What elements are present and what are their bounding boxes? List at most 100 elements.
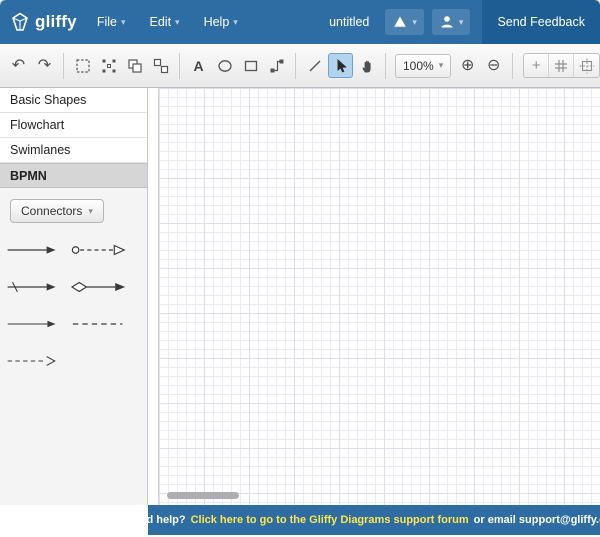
- line-tool-button[interactable]: [302, 53, 327, 78]
- grid-icon: [555, 59, 568, 72]
- default-flow-icon: [7, 281, 56, 293]
- toolbar-separator: [179, 52, 180, 79]
- ungroup-icon: [153, 58, 168, 73]
- redo-icon: ↷: [37, 56, 52, 74]
- line-tool-icon: [309, 60, 320, 71]
- zoom-out-icon: ⊖: [487, 56, 501, 74]
- expand-canvas-button[interactable]: +: [524, 54, 550, 77]
- guides-icon: [579, 58, 595, 73]
- caret-down-icon: ▾: [438, 60, 444, 70]
- connectors-dropdown-label: Connectors: [21, 204, 83, 218]
- text-tool-button[interactable]: A: [186, 53, 211, 78]
- connector-shape-default-flow[interactable]: [6, 276, 68, 298]
- pointer-tool-button[interactable]: [328, 53, 353, 78]
- group-icon: [127, 58, 142, 73]
- plus-icon: +: [531, 57, 541, 74]
- association-icon: [72, 323, 123, 325]
- zoom-out-button[interactable]: ⊖: [481, 53, 506, 78]
- connector-shape-directed-association[interactable]: [6, 313, 68, 335]
- zoom-in-button[interactable]: ⊕: [455, 53, 480, 78]
- sidebar-item-flowchart[interactable]: Flowchart: [0, 113, 147, 138]
- rectangle-icon: [244, 60, 257, 71]
- menu-file[interactable]: File ▾: [97, 15, 126, 29]
- connector-shape-association[interactable]: [68, 313, 143, 335]
- zoom-level-select[interactable]: 100% ▾: [395, 53, 452, 78]
- connector-shape-sequence-flow[interactable]: [6, 239, 68, 261]
- caret-down-icon: ▾: [88, 205, 93, 216]
- rectangle-tool-button[interactable]: [238, 53, 263, 78]
- caret-down-icon: ▾: [233, 16, 238, 27]
- connector-shape-dashed-directed-association[interactable]: [6, 350, 68, 372]
- sidebar-item-bpmn[interactable]: BPMN: [0, 163, 147, 188]
- toolbar-separator: [63, 52, 64, 79]
- horizontal-scrollbar[interactable]: [167, 492, 239, 499]
- topbar: gliffy File ▾ Edit ▾ Help ▾ untitled ▾ ▾…: [0, 0, 600, 44]
- directed-association-icon: [7, 320, 56, 328]
- toolbar-separator: [295, 52, 296, 79]
- caret-down-icon: ▾: [458, 16, 464, 27]
- bpmn-panel: Connectors ▾: [0, 188, 147, 505]
- need-help-label: Need help?: [126, 514, 186, 526]
- shape-library-sidebar: Basic Shapes Flowchart Swimlanes BPMN Co…: [0, 88, 148, 505]
- gliffy-app-window: gliffy File ▾ Edit ▾ Help ▾ untitled ▾ ▾…: [0, 0, 600, 537]
- toolbar-separator: [512, 52, 514, 79]
- grid-toggle-button[interactable]: [549, 54, 575, 77]
- user-icon: [441, 16, 453, 28]
- conditional-flow-icon: [70, 281, 126, 293]
- marquee-select-icon: [75, 58, 90, 73]
- google-drive-icon: [394, 16, 407, 27]
- connector-shape-conditional-flow[interactable]: [68, 276, 143, 298]
- sidebar-item-label: Basic Shapes: [10, 93, 87, 107]
- gliffy-logo: gliffy: [10, 12, 77, 32]
- document-title[interactable]: untitled: [329, 15, 369, 29]
- guides-toggle-button[interactable]: [574, 54, 599, 77]
- support-email-label: or email support@gliffy.com: [473, 514, 600, 526]
- sequence-flow-icon: [7, 246, 56, 254]
- help-footer: Need help? Click here to go to the Gliff…: [126, 505, 600, 535]
- sidebar-item-swimlanes[interactable]: Swimlanes: [0, 138, 147, 163]
- sidebar-item-label: BPMN: [10, 169, 47, 183]
- connectors-dropdown-button[interactable]: Connectors ▾: [10, 199, 104, 223]
- ellipse-tool-button[interactable]: [212, 53, 237, 78]
- menu-help[interactable]: Help ▾: [204, 15, 238, 29]
- drag-handles-icon: [102, 59, 115, 72]
- zoom-level-value: 100%: [403, 58, 434, 73]
- ungroup-button[interactable]: [148, 53, 173, 78]
- gliffy-logo-icon: [12, 12, 28, 31]
- send-feedback-button[interactable]: Send Feedback: [482, 0, 600, 44]
- connector-tool-button[interactable]: [264, 53, 289, 78]
- menu-edit[interactable]: Edit ▾: [150, 15, 180, 29]
- menu-file-label: File: [96, 15, 117, 29]
- empty-cell: [68, 350, 143, 372]
- pointer-cursor-icon: [337, 58, 347, 72]
- sidebar-canvas-gutter: [148, 88, 158, 505]
- account-button[interactable]: ▾: [431, 9, 471, 35]
- ellipse-icon: [217, 59, 232, 72]
- dashed-directed-association-icon: [7, 356, 56, 366]
- sidebar-item-basic-shapes[interactable]: Basic Shapes: [0, 88, 147, 113]
- pan-tool-button[interactable]: [354, 53, 379, 78]
- marquee-select-button[interactable]: [70, 53, 95, 78]
- sidebar-item-label: Flowchart: [10, 118, 65, 132]
- redo-button[interactable]: ↷: [32, 53, 57, 78]
- menu-edit-label: Edit: [149, 15, 172, 29]
- grid-settings-group: +: [523, 53, 600, 78]
- hand-icon: [362, 60, 371, 72]
- undo-icon: ↶: [11, 56, 26, 74]
- google-drive-button[interactable]: ▾: [385, 9, 424, 35]
- connector-tool-icon: [270, 59, 283, 72]
- connector-shape-message-flow[interactable]: [68, 239, 143, 261]
- drag-handles-button[interactable]: [96, 53, 121, 78]
- caret-down-icon: ▾: [412, 16, 417, 27]
- menu-help-label: Help: [203, 15, 230, 29]
- message-flow-icon: [71, 244, 126, 256]
- connector-shape-grid: [0, 223, 147, 372]
- group-button[interactable]: [122, 53, 147, 78]
- drawing-canvas[interactable]: [158, 88, 600, 505]
- caret-down-icon: ▾: [175, 16, 180, 27]
- caret-down-icon: ▾: [120, 16, 126, 27]
- zoom-in-icon: ⊕: [461, 56, 475, 74]
- undo-button[interactable]: ↶: [6, 53, 31, 78]
- sidebar-item-label: Swimlanes: [10, 143, 71, 157]
- support-forum-link[interactable]: Click here to go to the Gliffy Diagrams …: [191, 514, 469, 526]
